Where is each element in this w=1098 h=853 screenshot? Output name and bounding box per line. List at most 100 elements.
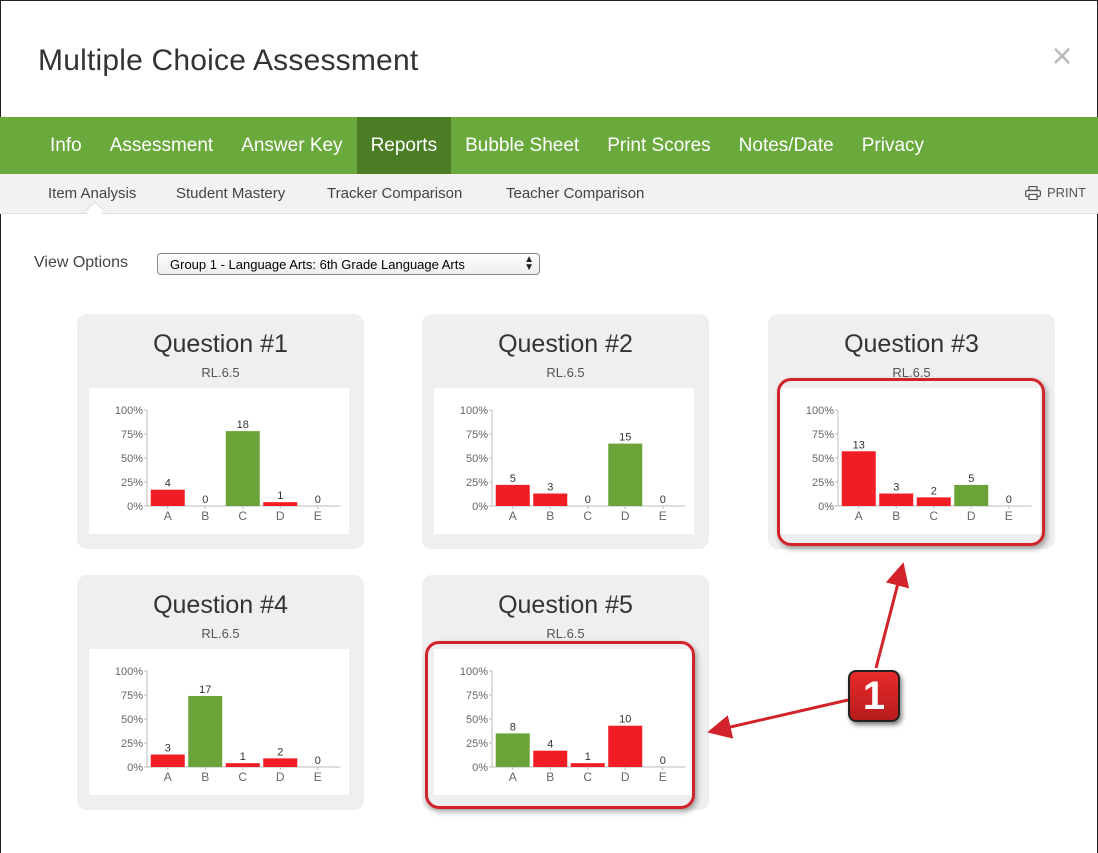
subtab-item-analysis[interactable]: Item Analysis	[48, 185, 136, 202]
y-tick-label: 100%	[115, 405, 143, 417]
x-tick-label: B	[546, 509, 554, 523]
print-button[interactable]: PRINT	[1025, 185, 1086, 200]
question-standard: RL.6.5	[546, 365, 585, 380]
data-label: 1	[277, 490, 283, 502]
x-tick-label: B	[201, 770, 209, 784]
view-options-select[interactable]: Group 1 - Language Arts: 6th Grade Langu…	[157, 253, 540, 275]
x-tick-label: B	[546, 770, 554, 784]
bar-A	[150, 489, 185, 506]
sub-nav: Item Analysis Student Mastery Tracker Co…	[0, 174, 1098, 214]
question-title: Question #4	[153, 591, 288, 619]
nav-tab-reports[interactable]: Reports	[356, 117, 452, 174]
view-options-selected: Group 1 - Language Arts: 6th Grade Langu…	[170, 256, 465, 272]
bar-B	[188, 695, 223, 767]
data-label: 3	[165, 743, 171, 755]
x-tick-label: E	[1005, 509, 1013, 523]
data-label: 0	[1006, 494, 1012, 506]
bar-B	[533, 493, 568, 506]
x-tick-label: B	[892, 509, 900, 523]
y-tick-label: 25%	[466, 477, 488, 489]
nav-tab-privacy[interactable]: Privacy	[848, 117, 938, 174]
x-tick-label: A	[164, 770, 172, 784]
x-tick-label: D	[276, 509, 285, 523]
main-nav: Info Assessment Answer Key Reports Bubbl…	[0, 117, 1098, 174]
question-standard: RL.6.5	[546, 626, 585, 641]
y-tick-label: 75%	[466, 429, 488, 441]
question-chart: 100% 75% 50% 25% 0% 3 A 17 B 1 C 2 D 0 E	[89, 649, 349, 795]
question-chart: 100% 75% 50% 25% 0% 5 A 3 B 0 C 15 D 0 E	[434, 388, 694, 534]
question-standard: RL.6.5	[892, 365, 931, 380]
question-card-2: Question #2 RL.6.5 100% 75% 50% 25% 0% 5 A 3 B 0 C…	[422, 314, 709, 549]
bar-D	[608, 443, 643, 506]
callout-badge: 1	[848, 670, 900, 722]
data-label: 5	[510, 473, 516, 485]
subtab-student-mastery[interactable]: Student Mastery	[176, 185, 285, 202]
bar-chart-2: 100% 75% 50% 25% 0% 5 A 3 B 0 C 15 D 0 E	[460, 405, 686, 523]
y-tick-label: 50%	[466, 714, 488, 726]
question-title: Question #2	[498, 330, 633, 358]
y-tick-label: 100%	[115, 666, 143, 678]
x-tick-label: C	[583, 770, 592, 784]
data-label: 1	[585, 751, 591, 763]
bar-D	[263, 758, 298, 767]
question-chart: 100% 75% 50% 25% 0% 13 A 3 B 2 C 5 D 0 E	[780, 388, 1040, 534]
nav-tab-print-scores[interactable]: Print Scores	[593, 117, 724, 174]
question-chart: 100% 75% 50% 25% 0% 8 A 4 B 1 C 10 D 0 E	[434, 649, 694, 795]
bar-C	[570, 763, 605, 767]
x-tick-label: E	[659, 509, 667, 523]
data-label: 4	[547, 739, 553, 751]
x-tick-label: D	[276, 770, 285, 784]
close-icon[interactable]: ×	[1046, 38, 1078, 74]
x-tick-label: A	[855, 509, 863, 523]
y-tick-label: 0%	[818, 501, 834, 513]
bar-A	[495, 733, 530, 767]
y-tick-label: 50%	[121, 453, 143, 465]
bar-A	[495, 484, 530, 506]
data-label: 2	[277, 746, 283, 758]
y-tick-label: 75%	[812, 429, 834, 441]
x-tick-label: A	[164, 509, 172, 523]
x-tick-label: B	[201, 509, 209, 523]
x-tick-label: D	[621, 509, 630, 523]
y-tick-label: 25%	[812, 477, 834, 489]
bar-B	[879, 493, 914, 506]
nav-tab-bubble-sheet[interactable]: Bubble Sheet	[451, 117, 593, 174]
y-tick-label: 50%	[121, 714, 143, 726]
y-tick-label: 75%	[121, 690, 143, 702]
x-tick-label: E	[314, 509, 322, 523]
printer-icon	[1025, 185, 1041, 200]
subtab-teacher-comparison[interactable]: Teacher Comparison	[506, 185, 644, 202]
nav-tab-info[interactable]: Info	[36, 117, 96, 174]
data-label: 0	[585, 494, 591, 506]
y-tick-label: 100%	[806, 405, 834, 417]
bar-chart-4: 100% 75% 50% 25% 0% 3 A 17 B 1 C 2 D 0 E	[115, 666, 341, 784]
nav-tab-answer-key[interactable]: Answer Key	[227, 117, 356, 174]
y-tick-label: 0%	[472, 762, 488, 774]
data-label: 13	[853, 439, 865, 451]
data-label: 0	[660, 494, 666, 506]
y-tick-label: 0%	[127, 501, 143, 513]
y-tick-label: 25%	[466, 738, 488, 750]
x-tick-label: E	[659, 770, 667, 784]
nav-tab-assessment[interactable]: Assessment	[96, 117, 227, 174]
data-label: 4	[165, 478, 171, 490]
subtab-tracker-comparison[interactable]: Tracker Comparison	[327, 185, 462, 202]
bar-D	[608, 725, 643, 767]
bar-A	[841, 451, 876, 506]
question-standard: RL.6.5	[201, 365, 240, 380]
data-label: 0	[202, 494, 208, 506]
data-label: 3	[893, 482, 899, 494]
y-tick-label: 100%	[460, 666, 488, 678]
x-tick-label: A	[509, 770, 517, 784]
y-tick-label: 50%	[812, 453, 834, 465]
y-tick-label: 50%	[466, 453, 488, 465]
data-label: 5	[968, 473, 974, 485]
bar-D	[954, 484, 989, 506]
nav-tab-notes-date[interactable]: Notes/Date	[725, 117, 848, 174]
bar-C	[916, 497, 951, 506]
bar-B	[533, 750, 568, 767]
x-tick-label: A	[509, 509, 517, 523]
question-card-4: Question #4 RL.6.5 100% 75% 50% 25% 0% 3 A 17 B 1…	[77, 575, 364, 810]
select-arrows-icon: ▲ ▼	[524, 254, 534, 273]
view-options-label: View Options	[34, 254, 128, 271]
